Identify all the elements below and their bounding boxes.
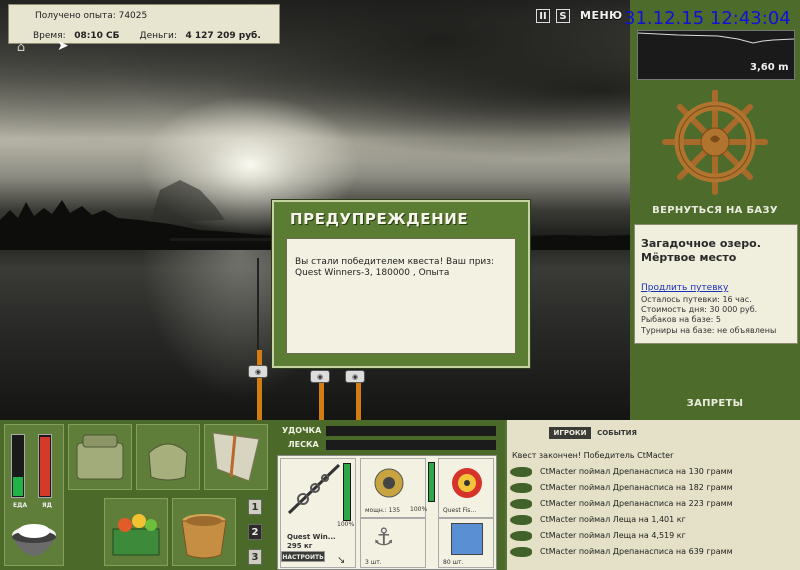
log-entry-text: CtMacter поймал Дрепанасписа на 182 грам…	[540, 483, 733, 492]
food-bar-fill	[13, 477, 23, 496]
tournaments-text: Турниры на базе: не объявлены	[641, 326, 777, 335]
location-title: Загадочное озеро. Мёртвое место	[641, 237, 761, 264]
bans-button[interactable]: ЗАПРЕТЫ	[630, 398, 800, 414]
line-name: Quest Fis...	[443, 507, 477, 514]
wooden-bucket-icon	[181, 514, 227, 559]
experience-text: Получено опыта: 74025	[35, 11, 148, 21]
player-info-panel: Получено опыта: 74025 Время: 08:10 СБ Де…	[8, 4, 280, 44]
day-cost-text: Стоимость дня: 30 000 руб.	[641, 305, 758, 314]
log-entry-text: CtMacter поймал Дрепанасписа на 639 грам…	[540, 547, 733, 556]
bag-icon	[148, 443, 188, 481]
rod-3[interactable]	[356, 380, 361, 420]
vegetable-basket-icon	[112, 514, 160, 556]
dialog-title: ПРЕДУПРЕЖДЕНИЕ	[290, 210, 469, 228]
log-entry: CtMacter поймал Дрепанасписа на 639 грам…	[510, 543, 798, 561]
tab-players[interactable]: ИГРОКИ	[549, 427, 591, 439]
reel-3-icon[interactable]: ◉	[345, 370, 365, 383]
rod-durability-bar	[343, 463, 351, 521]
log-entry-text: CtMacter поймал Дрепанасписа на 223 грам…	[540, 499, 733, 508]
rod-durability-percent: 100%	[337, 521, 355, 528]
log-entry-text: CtMacter поймал Леща на 4,519 кг	[540, 531, 686, 540]
fish-icon	[510, 467, 532, 477]
time-value: 08:10 СБ	[74, 31, 120, 41]
rod-tension-track	[326, 426, 496, 436]
quest-finished-message: Квест закончен! Победитель CtMacter	[512, 451, 674, 460]
dialog-message: Вы стали победителем квеста! Ваш приз: Q…	[286, 238, 516, 354]
location-info-box: Загадочное озеро. Мёртвое место Продлить…	[634, 224, 798, 344]
rod-weight: 295 кг	[287, 542, 313, 550]
ticket-remaining-text: Осталось путевки: 16 час.	[641, 295, 752, 304]
log-entry-text: CtMacter поймал Леща на 1,401 кг	[540, 515, 686, 524]
reel-1-icon[interactable]: ◉	[248, 365, 268, 378]
reel-durability-bar	[428, 462, 435, 502]
rod-label: УДОЧКА	[282, 426, 322, 435]
fish-icon	[510, 531, 532, 541]
reel-2-icon[interactable]: ◉	[310, 370, 330, 383]
depth-readout: 3,60 m	[750, 62, 789, 73]
bait-pack-icon	[451, 523, 483, 555]
hook-slot[interactable]: ⚓ 3 шт.	[360, 518, 426, 568]
reel-icon	[374, 468, 404, 498]
reel-durability-percent: 100%	[410, 506, 428, 513]
reel-power: мощн.: 135	[365, 507, 401, 514]
arrow-icon: ↘	[337, 555, 346, 566]
tackle-box-icon	[76, 434, 124, 480]
slot-tackle-box[interactable]	[68, 424, 132, 490]
extend-ticket-link[interactable]: Продлить путевку	[641, 283, 728, 293]
slot-bucket[interactable]	[172, 498, 236, 566]
cooking-pot-icon[interactable]	[8, 515, 60, 565]
return-to-base-button[interactable]: ВЕРНУТЬСЯ НА БАЗУ	[630, 205, 800, 221]
datetime-clock: 31.12.15 12:43:04	[624, 8, 791, 29]
landing-net-icon	[212, 432, 260, 482]
food-bar	[11, 434, 25, 498]
fish-icon	[510, 483, 532, 493]
fishers-count-text: Рыбаков на базе: 5	[641, 315, 721, 324]
slot-net[interactable]	[204, 424, 268, 490]
menu-button[interactable]: МЕНЮ	[580, 6, 622, 26]
pause-button[interactable]: II	[536, 9, 550, 23]
line-slot[interactable]: Quest Fis...	[438, 458, 494, 518]
log-entry-text: CtMacter поймал Дрепанасписа на 130 грам…	[540, 467, 733, 476]
rod-1[interactable]	[257, 350, 262, 420]
slot-page-1-button[interactable]: 1	[248, 499, 262, 515]
fish-icon	[510, 547, 532, 557]
mouse-cursor-icon: ➤	[57, 38, 69, 54]
rod-name: Quest Win...	[287, 533, 336, 541]
money-value: 4 127 209 руб.	[185, 31, 261, 41]
hook-icon: ⚓	[373, 523, 395, 551]
slot-page-2-button[interactable]: 2	[248, 524, 262, 540]
slot-basket[interactable]	[104, 498, 168, 566]
tune-tackle-button[interactable]: НАСТРОИТЬ	[281, 551, 325, 562]
sound-button[interactable]: S	[556, 9, 570, 23]
money-label: Деньги:	[139, 31, 177, 41]
slot-page-3-button[interactable]: 3	[248, 549, 262, 565]
rod-icon	[287, 463, 341, 515]
rod-2[interactable]	[319, 380, 324, 420]
home-icon[interactable]: ⌂	[12, 40, 30, 56]
hooks-count: 3 шт.	[365, 559, 382, 566]
line-label: ЛЕСКА	[288, 440, 319, 449]
ship-wheel-button[interactable]	[630, 89, 800, 200]
ship-wheel-icon	[662, 89, 768, 195]
line-tension-track	[326, 440, 496, 450]
fish-icon	[510, 499, 532, 509]
tab-events[interactable]: СОБЫТИЯ	[596, 427, 638, 439]
fishing-line-spool-icon	[452, 468, 482, 498]
poison-bar-fill	[40, 437, 50, 496]
fish-icon	[510, 515, 532, 525]
poison-bar	[38, 434, 52, 498]
slot-bag[interactable]	[136, 424, 200, 490]
food-label: ЕДА	[13, 502, 28, 509]
bait-count: 80 шт.	[443, 559, 464, 566]
warning-dialog: ПРЕДУПРЕЖДЕНИЕ Вы стали победителем квес…	[272, 200, 530, 368]
bait-slot[interactable]: 80 шт.	[438, 518, 494, 568]
poison-label: ЯД	[42, 502, 52, 509]
